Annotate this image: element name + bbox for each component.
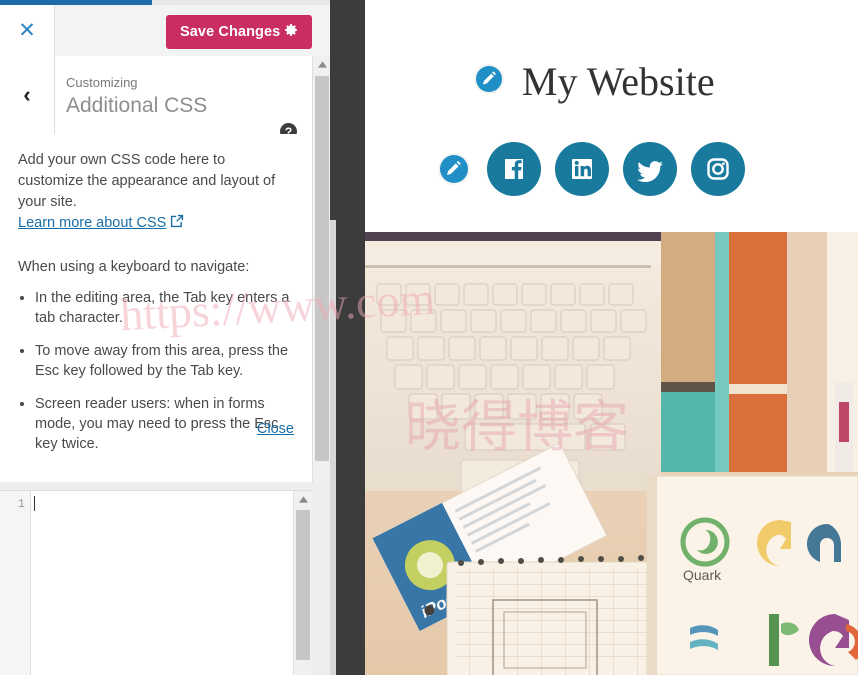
css-editor[interactable]: 1 [0,490,312,675]
customizer-panel: ✕ Save Changes ‹ Customizing Additional … [0,0,330,675]
social-link-linkedin[interactable] [554,142,609,196]
section-description: Add your own CSS code here to customize … [0,134,312,483]
keyboard-hint-list: In the editing area, the Tab key enters … [18,288,294,454]
preview-scroll-gutter [330,220,336,675]
chevron-left-icon: ‹ [23,82,31,107]
site-title[interactable]: My Website [522,58,715,105]
save-changes-label: Save Changes [180,24,281,40]
social-links-row [330,142,858,196]
edit-pencil-icon[interactable] [437,152,471,186]
social-link-twitter[interactable] [622,142,677,196]
social-link-facebook[interactable] [486,142,541,196]
desk-photo: iPod mini [365,232,858,675]
save-changes-button[interactable]: Save Changes [166,15,312,49]
learn-more-about-css-link[interactable]: Learn more about CSS [18,215,166,231]
close-description-wrap: Close [257,420,294,438]
customizer-topbar: ✕ Save Changes [0,5,330,57]
scrollbar-thumb[interactable] [296,510,310,660]
edit-pencil-icon[interactable] [473,63,505,100]
panel-divider [0,482,312,490]
watermark-cjk: 晓得博客 [405,397,629,459]
panel-scrollbar[interactable] [312,56,330,482]
description-paragraph: Add your own CSS code here to customize … [18,150,294,235]
list-item: In the editing area, the Tab key enters … [35,288,294,328]
close-icon: ✕ [18,19,36,42]
list-item: To move away from this area, press the E… [35,341,294,381]
site-preview: My Website iPod Quark 晓得博客 [330,0,858,675]
editor-gutter: 1 [0,491,31,675]
facebook-icon [504,159,523,179]
social-link-instagram[interactable] [690,142,745,196]
scroll-up-arrow-icon[interactable] [313,56,330,73]
preview-site-header: My Website [330,0,858,232]
site-branding: My Website [330,58,858,105]
section-header: ‹ Customizing Additional CSS ? [0,56,330,140]
external-link-icon [170,214,184,235]
linkedin-icon [571,159,592,179]
keyboard-intro: When using a keyboard to navigate: [18,259,250,275]
instagram-icon [706,158,729,180]
twitter-icon [636,161,663,183]
customizing-eyebrow: Customizing [66,75,138,90]
list-item: Screen reader users: when in forms mode,… [35,394,294,454]
css-code-input[interactable] [31,491,294,675]
text-caret [34,496,35,511]
close-description-link[interactable]: Close [257,421,294,437]
customizer-screen: ✕ Save Changes ‹ Customizing Additional … [0,0,858,675]
description-text: Add your own CSS code here to customize … [18,152,276,210]
close-customizer-button[interactable]: ✕ [0,5,55,56]
editor-scrollbar[interactable] [293,491,312,675]
scrollbar-thumb[interactable] [315,76,329,461]
line-number: 1 [17,497,25,511]
back-button[interactable]: ‹ [0,56,55,134]
scroll-up-arrow-icon[interactable] [294,491,312,508]
page-title: Additional CSS [66,94,208,117]
gear-icon [283,22,299,43]
loading-bar [0,0,152,5]
